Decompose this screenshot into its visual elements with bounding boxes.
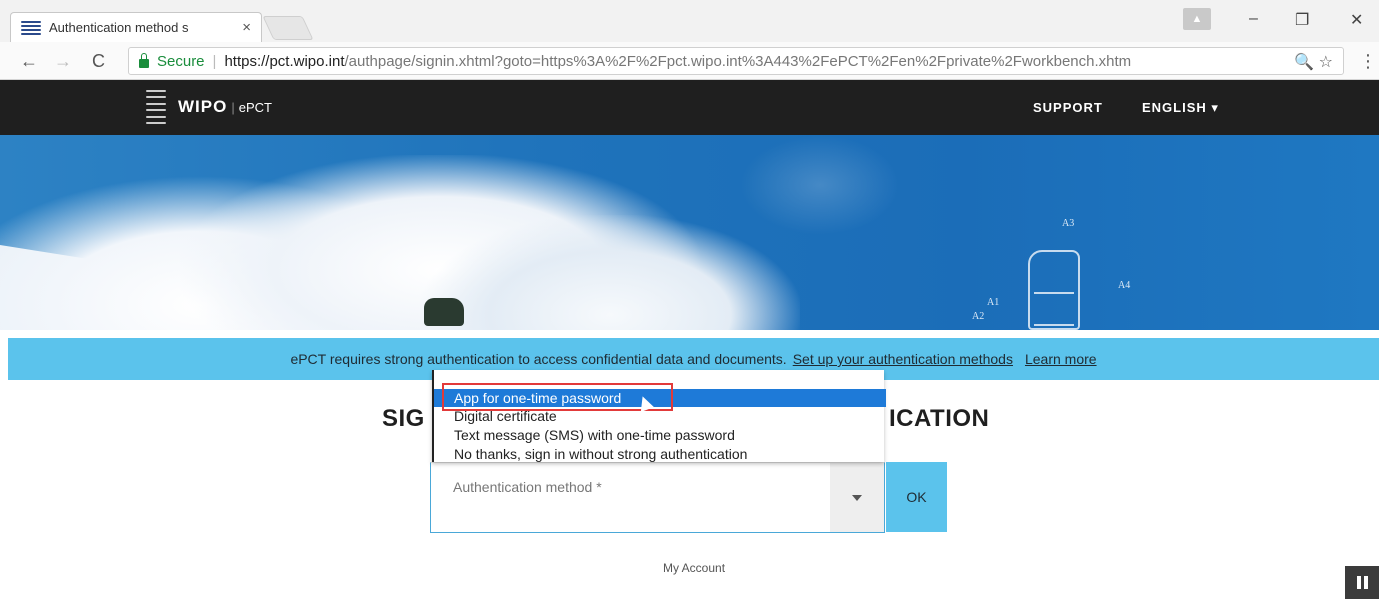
chevron-down-icon <box>852 494 862 501</box>
wipo-logo[interactable]: WIPO | ePCT <box>146 90 272 124</box>
site-header: WIPO | ePCT SUPPORT ENGLISH ▾ <box>0 80 1379 135</box>
diagram-label-a4: A4 <box>1118 280 1131 291</box>
restore-icon[interactable]: ❐ <box>1295 10 1309 30</box>
diagram-label-a1: A1 <box>987 297 1000 308</box>
wipo-logo-icon <box>146 90 166 124</box>
diagram-label-a2: A2 <box>972 311 985 322</box>
setup-auth-link[interactable]: Set up your authentication methods <box>793 351 1013 367</box>
select-toggle[interactable] <box>830 463 884 532</box>
url-host: https://pct.wipo.int <box>224 52 345 70</box>
profile-icon[interactable]: ▲ <box>1183 8 1211 30</box>
back-icon[interactable]: ← <box>20 51 38 72</box>
new-tab-button[interactable] <box>262 16 314 40</box>
logo-product: ePCT <box>238 99 272 115</box>
browser-menu-icon[interactable]: ⋮ <box>1359 51 1377 72</box>
auth-method-placeholder: Authentication method * <box>453 479 602 495</box>
tab-close-icon[interactable]: × <box>242 19 251 36</box>
page-title-left: SIG <box>382 405 425 432</box>
ok-button[interactable]: OK <box>886 462 947 532</box>
address-bar[interactable]: Secure | https://pct.wipo.int/authpage/s… <box>128 47 1344 75</box>
diagram-label-a3: A3 <box>1062 218 1075 229</box>
hero-banner: A3 A4 A1 A2 <box>0 135 1379 330</box>
skier-figure <box>424 298 464 326</box>
browser-toolbar: ← → C Secure | https://pct.wipo.int/auth… <box>0 42 1379 80</box>
my-account-link[interactable]: My Account <box>663 561 725 575</box>
nav-support-link[interactable]: SUPPORT <box>1033 100 1103 115</box>
page-title-right: ICATION <box>889 405 990 432</box>
learn-more-link[interactable]: Learn more <box>1025 351 1097 367</box>
bookmark-star-icon[interactable]: ☆ <box>1319 54 1333 71</box>
browser-tab[interactable]: Authentication method s × <box>10 12 262 42</box>
minimize-icon[interactable]: – <box>1249 10 1258 28</box>
language-selector[interactable]: ENGLISH ▾ <box>1142 100 1219 116</box>
option-sms-otp[interactable]: Text message (SMS) with one-time passwor… <box>434 426 886 444</box>
lock-icon <box>139 52 149 68</box>
wipo-favicon-icon <box>21 20 41 35</box>
logo-text: WIPO <box>178 97 228 116</box>
ski-boot-diagram <box>1028 250 1080 330</box>
option-no-strong-auth[interactable]: No thanks, sign in without strong authen… <box>434 445 886 463</box>
pause-icon[interactable] <box>1345 566 1379 599</box>
auth-method-select[interactable]: Authentication method * <box>430 462 885 533</box>
forward-icon[interactable]: → <box>54 51 72 72</box>
browser-tabbar: Authentication method s × ▲ – ❐ ✕ <box>0 0 1379 42</box>
url-path: /authpage/signin.xhtml?goto=https%3A%2F%… <box>344 52 1132 70</box>
close-window-icon[interactable]: ✕ <box>1350 10 1363 30</box>
secure-label: Secure <box>157 52 205 70</box>
zoom-icon[interactable]: 🔍 <box>1294 54 1314 71</box>
tab-title: Authentication method s <box>49 20 189 35</box>
reload-icon[interactable]: C <box>92 51 105 72</box>
notice-text: ePCT requires strong authentication to a… <box>290 351 787 367</box>
